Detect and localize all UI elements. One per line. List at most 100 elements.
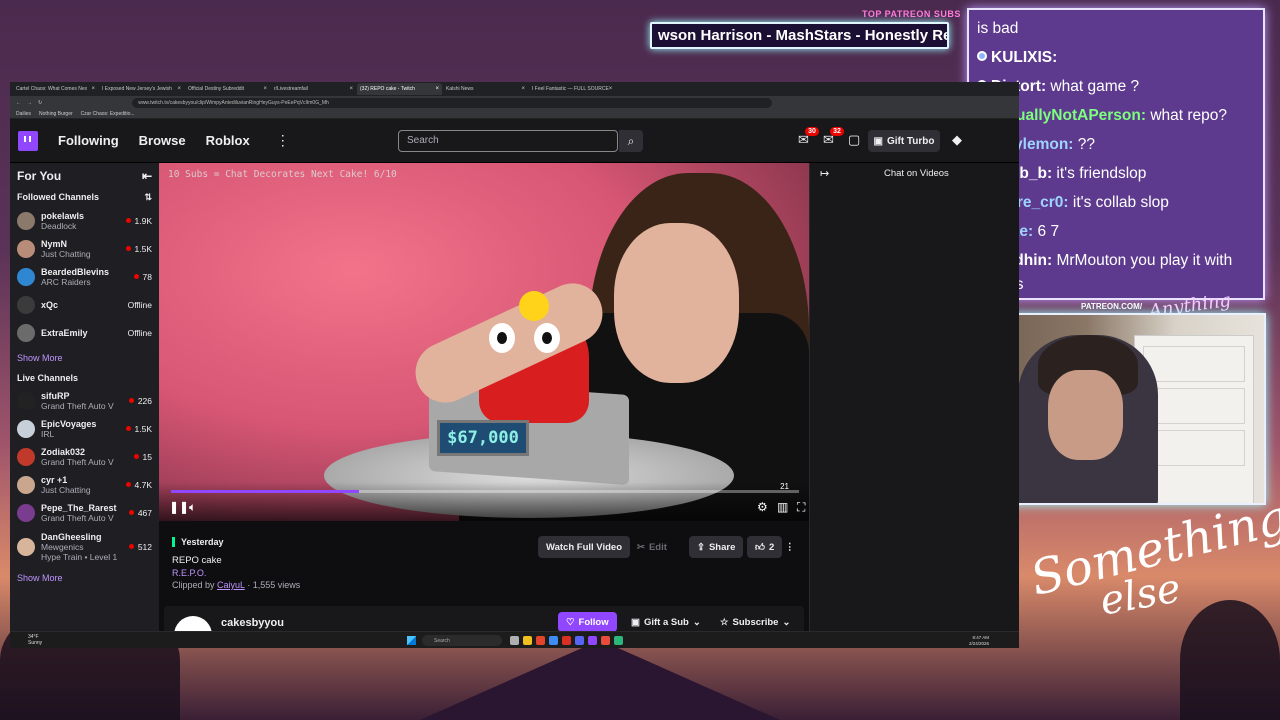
clipper-link[interactable]: CaiyuL xyxy=(217,580,245,590)
app-icon-3[interactable] xyxy=(614,636,623,645)
channel-name: pokelawls xyxy=(41,211,85,221)
expand-chat-icon[interactable]: ↦ xyxy=(820,167,829,180)
bookmark-item[interactable]: Czar Chaos: Expeditio... xyxy=(81,111,135,117)
whispers-icon[interactable]: ▢ xyxy=(848,132,860,148)
viewer-count: 1.5K xyxy=(125,424,153,434)
browser-tab[interactable]: r/Livestreamfail × xyxy=(271,83,356,95)
viewer-count-value: 4.7K xyxy=(134,480,153,490)
reload-icon[interactable]: ↻ xyxy=(38,100,42,106)
avatar xyxy=(17,448,35,466)
viewer-count: Offline xyxy=(128,328,152,338)
channel-name: sifuRP xyxy=(41,391,70,401)
clip-more-icon[interactable]: ⋮ xyxy=(781,536,799,558)
browser-tab[interactable]: Official Destiny Subreddit × xyxy=(185,83,270,95)
close-tab-icon[interactable]: × xyxy=(263,86,267,92)
nav-roblox[interactable]: Roblox xyxy=(206,133,250,148)
follow-button[interactable]: ♡ Follow xyxy=(558,612,617,632)
sidebar-channel-cyr-1[interactable]: cyr +1 Just Chatting 4.7K xyxy=(10,471,159,499)
more-menu-icon[interactable]: ⋮ xyxy=(276,132,290,149)
browser-tab[interactable]: I Feel Fantastic — FULL SOURCE × xyxy=(529,83,614,95)
star-icon: ☆ xyxy=(720,616,729,628)
weather-widget[interactable]: 34°F Sunny xyxy=(28,634,42,646)
clip-game-link[interactable]: R.E.P.O. xyxy=(172,568,206,578)
system-clock[interactable]: 8:47 AM 2/24/2026 xyxy=(969,635,989,646)
close-tab-icon[interactable]: × xyxy=(177,86,181,92)
search-input[interactable]: Search xyxy=(398,130,618,152)
close-tab-icon[interactable]: × xyxy=(91,86,95,92)
chrome-icon[interactable] xyxy=(562,636,571,645)
close-tab-icon[interactable]: × xyxy=(609,86,613,92)
sidebar-channel-sifurp[interactable]: sifuRP Grand Theft Auto V 226 xyxy=(10,387,159,415)
volume-icon[interactable]: 🔈︎ xyxy=(189,500,196,515)
sidebar-channel-extraemily[interactable]: ExtraEmily Offline xyxy=(10,319,159,347)
obs-icon[interactable] xyxy=(601,636,610,645)
url-field[interactable]: www.twitch.tv/cakesbyyou/clip/WimpyAnted… xyxy=(132,97,773,108)
collapse-sidebar-icon[interactable]: ⇤ xyxy=(142,169,152,183)
sidebar-channel-pepe-the-rarest[interactable]: Pepe_The_Rarest Grand Theft Auto V 467 xyxy=(10,499,159,527)
nav-browse[interactable]: Browse xyxy=(139,133,186,148)
start-button-icon[interactable] xyxy=(407,636,416,645)
crown-icon[interactable]: ◆ xyxy=(952,132,962,148)
sidebar-channel-zodiak032[interactable]: Zodiak032 Grand Theft Auto V 15 xyxy=(10,443,159,471)
gift-turbo-button[interactable]: ▣ Gift Turbo xyxy=(868,130,940,152)
chat-on-videos-title: Chat on Videos xyxy=(884,168,949,179)
bookmark-item[interactable]: Dailies xyxy=(16,111,31,117)
share-button[interactable]: ⇪ Share xyxy=(689,536,744,558)
channel-text: pokelawls Deadlock xyxy=(41,211,126,231)
sidebar-channel-pokelawls[interactable]: pokelawls Deadlock 1.9K xyxy=(10,207,159,235)
nav-following[interactable]: Following xyxy=(58,133,119,148)
avatar xyxy=(17,420,35,438)
like-button[interactable]: 👍︎ 2 xyxy=(747,536,783,558)
seek-bar[interactable]: 21 xyxy=(171,482,799,493)
chevron-down-icon: ⌄ xyxy=(692,616,701,628)
inbox-badge: 30 xyxy=(805,127,819,136)
channel-text: BeardedBlevins ARC Raiders xyxy=(41,267,134,287)
close-tab-icon[interactable]: × xyxy=(435,86,439,92)
discord-icon[interactable] xyxy=(575,636,584,645)
browser-tab[interactable]: (32) REPO cake - Twitch × xyxy=(357,83,442,95)
settings-gear-icon[interactable]: ⚙ xyxy=(757,500,768,514)
bookmark-item[interactable]: Nothing Burger xyxy=(39,111,73,117)
sidebar-channel-beardedblevins[interactable]: BeardedBlevins ARC Raiders 78 xyxy=(10,263,159,291)
inbox-icon[interactable]: ✉ 30 xyxy=(798,127,819,148)
twitch-logo-icon[interactable] xyxy=(18,130,38,151)
channel-category: Just Chatting xyxy=(41,249,91,259)
file-explorer-icon[interactable] xyxy=(523,636,532,645)
fullscreen-icon[interactable]: ⛶ xyxy=(797,500,805,515)
app-icon-1[interactable] xyxy=(536,636,545,645)
sidebar-channel-nymn[interactable]: NymN Just Chatting 1.5K xyxy=(10,235,159,263)
subscribe-button[interactable]: ☆ Subscribe ⌄ xyxy=(720,612,790,632)
share-icon: ⇪ xyxy=(697,541,705,553)
browser-tab[interactable]: Cartel Chaos: What Comes Nex × xyxy=(13,83,98,95)
browser-tab-label: I Feel Fantastic — FULL SOURCE xyxy=(532,86,609,92)
notifications-icon[interactable]: ✉ 32 xyxy=(823,127,844,148)
task-view-icon[interactable] xyxy=(510,636,519,645)
close-tab-icon[interactable]: × xyxy=(349,86,353,92)
back-icon[interactable]: ← xyxy=(16,100,21,106)
gift-a-sub-button[interactable]: ▣ Gift a Sub ⌄ xyxy=(631,612,701,632)
forward-icon[interactable]: → xyxy=(27,100,32,106)
show-more-live[interactable]: Show More xyxy=(10,573,159,583)
theatre-mode-icon[interactable]: ▥ xyxy=(777,500,788,514)
pause-icon[interactable]: ❚❚ xyxy=(169,500,189,514)
show-more-followed[interactable]: Show More xyxy=(10,353,159,363)
viewer-count: Offline xyxy=(128,300,152,310)
webcam-face xyxy=(1048,370,1123,460)
browser-tab[interactable]: Kalshi News × xyxy=(443,83,528,95)
viewer-count-value: 1.5K xyxy=(134,424,153,434)
sidebar-channel-dangheesling[interactable]: DanGheesling Mewgenics Hype Train • Level … xyxy=(10,527,159,567)
sort-icon[interactable]: ⇅ xyxy=(144,192,152,203)
watch-full-video-button[interactable]: Watch Full Video xyxy=(538,536,631,558)
close-tab-icon[interactable]: × xyxy=(521,86,525,92)
channel-name[interactable]: cakesbyyou xyxy=(221,617,284,629)
clock-time: 8:47 AM xyxy=(972,635,989,640)
twitch-app-icon[interactable] xyxy=(588,636,597,645)
live-channels-header: Live Channels xyxy=(10,373,159,383)
app-icon-2[interactable] xyxy=(549,636,558,645)
sidebar-channel-epicvoyages[interactable]: EpicVoyages IRL 1.5K xyxy=(10,415,159,443)
sidebar-channel-xqc[interactable]: xQc Offline xyxy=(10,291,159,319)
video-player[interactable]: $67,000 10 Subs = Chat Decorates Next Ca… xyxy=(159,163,809,521)
search-button[interactable]: ⌕ xyxy=(619,130,643,152)
browser-tab[interactable]: I Exposed New Jersey's Jewish × xyxy=(99,83,184,95)
taskbar-search[interactable]: Search xyxy=(422,635,502,646)
